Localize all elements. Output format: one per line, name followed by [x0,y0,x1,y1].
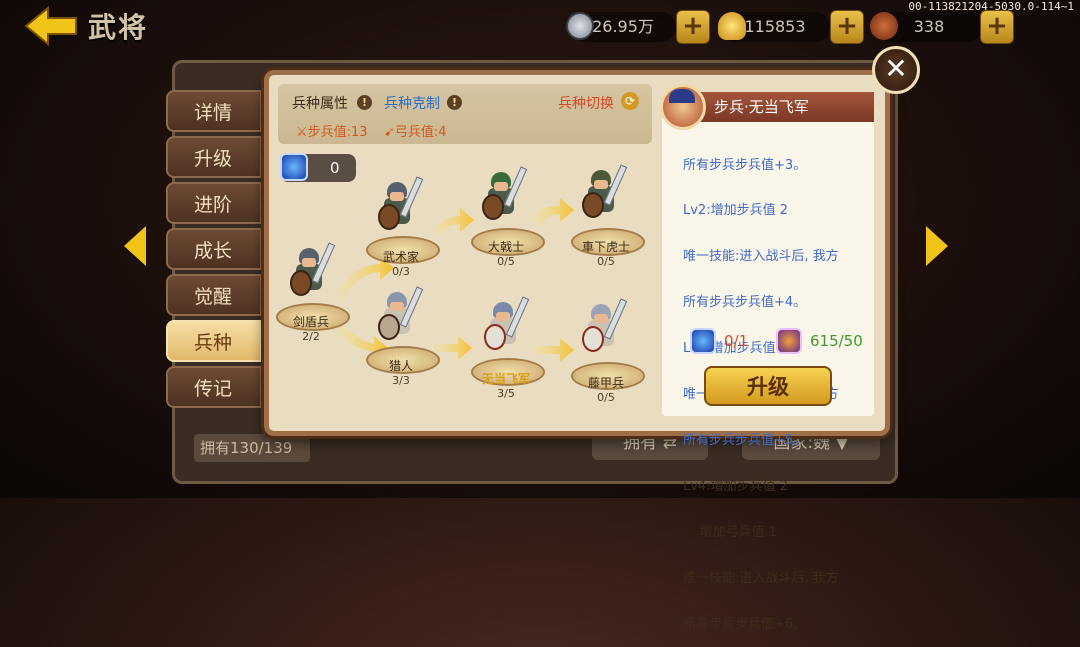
detail-title: 步兵·无当飞军 [714,98,809,116]
troop-count: 0/5 [597,391,615,404]
stamina-value: 338 [913,17,945,36]
tab-label: 兵种 [194,332,233,354]
archer-value-text: 弓兵值:4 [394,125,447,140]
tab-label: 详情 [194,102,233,124]
rattan-armor-soldier-icon[interactable] [582,298,628,356]
desc-line: 增加弓兵值 1 [683,524,777,540]
tab-details[interactable]: 详情 [166,90,262,132]
info-icon[interactable]: ! [447,95,462,110]
halberdier-icon[interactable] [482,166,528,224]
troop-name: 武术家 [382,250,419,264]
desc-line: 唯一技能:进入战斗后, 我方 [683,570,839,586]
troop-switch-label[interactable]: 兵种切换 [558,93,614,113]
troop-name-selected: 无当飞军 [481,372,530,386]
tab-label: 传记 [194,378,233,400]
swap-icon: ⇄ [662,433,677,453]
tiger-warrior-icon[interactable] [582,164,628,222]
prev-hero-arrow-icon[interactable] [124,226,146,266]
meat-icon [870,12,898,40]
tab-advance[interactable]: 进阶 [166,182,262,224]
troop-count: 3/3 [392,374,410,387]
upgrade-button[interactable]: 升级 [704,366,832,406]
side-tabs: 详情 升级 进阶 成长 觉醒 兵种 传记 [166,90,266,412]
tab-label: 升级 [194,148,233,170]
gear-token-icon [776,328,802,354]
tab-troop-type[interactable]: 兵种 [166,320,262,362]
troop-name: 車下虎士 [581,240,630,254]
close-icon: ✕ [884,52,908,85]
troop-count: 2/2 [302,330,320,343]
material-cost: 615/50 [810,332,863,350]
info-icon[interactable]: ! [357,95,372,110]
bow-icon: ➹ [384,125,395,140]
add-gold-button[interactable]: + [830,10,864,44]
martial-artist-icon[interactable] [378,176,424,234]
add-silver-button[interactable]: + [676,10,710,44]
hunter-icon[interactable] [378,286,424,344]
gold-ingot-icon [718,12,746,40]
troop-counter-label[interactable]: 兵种克制 [384,93,440,113]
owned-filter-label: 拥有 [623,433,658,453]
tab-label: 进阶 [194,194,233,216]
coin-icon [566,12,594,40]
gold-value: 115853 [744,17,806,36]
wudang-flying-army-icon[interactable] [484,296,530,354]
desc-line: 所有步兵步兵值+6。 [683,616,807,632]
troop-count: 0/5 [497,255,515,268]
tree-arrow [530,338,574,362]
troop-attr-label[interactable]: 兵种属性 [292,93,348,113]
troop-name: 猎人 [388,359,413,373]
tab-level-up[interactable]: 升级 [166,136,262,178]
desc-line: Lv4:增加步兵值 2 [683,478,788,494]
hero-portrait-icon [660,84,706,130]
owned-count: 拥有130/139 [194,434,310,462]
troop-count: 0/5 [597,255,615,268]
troop-count: 0/3 [392,265,410,278]
troop-token-icon [690,328,716,354]
next-hero-arrow-icon[interactable] [926,226,948,266]
tab-awaken[interactable]: 觉醒 [166,274,262,316]
troop-name: 大戟士 [487,240,524,254]
add-stamina-button[interactable]: + [980,10,1014,44]
tab-label: 觉醒 [194,286,233,308]
troop-name: 藤甲兵 [587,376,624,390]
sword-shield-soldier-icon[interactable] [290,242,336,300]
token-cost: 0/1 [724,332,749,350]
version-text: 00-113821204-5030.0-114~1 [908,0,1074,13]
silver-value: 26.95万 [592,17,654,36]
crossed-swords-icon: ⚔ [296,125,308,140]
tab-growth[interactable]: 成长 [166,228,262,270]
desc-line: 所有步兵步兵值+3。 [683,157,807,173]
desc-line: 所有步兵步兵值+4。 [683,295,807,311]
back-arrow-icon[interactable] [22,4,82,48]
tab-label: 成长 [194,240,233,262]
tab-biography[interactable]: 传记 [166,366,262,408]
desc-line: 所有步兵步兵值+5。 [683,432,807,448]
switch-icon[interactable]: ⟳ [621,92,639,110]
tree-arrow [530,198,574,226]
infantry-value-text: 步兵值:13 [307,125,368,140]
troop-name: 剑盾兵 [292,315,329,329]
infantry-value: ⚔步兵值:13 [296,121,368,140]
desc-line: Lv2:增加步兵值 2 [683,203,788,219]
desc-line: 唯一技能:进入战斗后, 我方 [683,249,839,265]
archer-value: ➹弓兵值:4 [384,121,447,140]
page-title: 武将 [88,11,149,44]
close-button[interactable]: ✕ [872,46,920,94]
tree-arrow [432,208,474,236]
troop-count: 3/5 [497,387,515,400]
